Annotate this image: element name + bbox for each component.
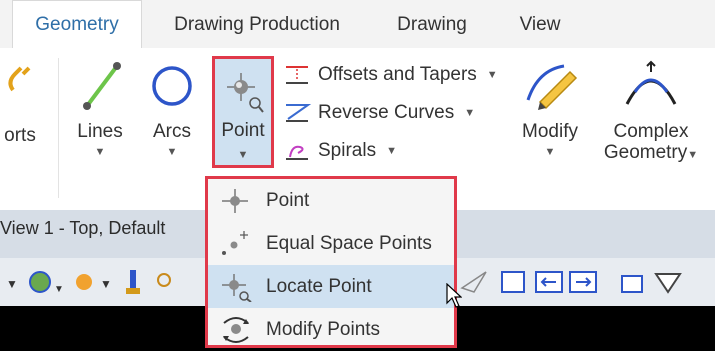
offsets-and-tapers-button[interactable]: Offsets and Tapers ▼ xyxy=(282,60,498,90)
reverse-curves-icon xyxy=(286,104,312,122)
offsets-tapers-icon xyxy=(286,66,308,84)
lines-button[interactable]: Lines ▼ xyxy=(68,60,132,163)
chevron-down-icon: ▼ xyxy=(544,146,556,158)
view-tools-right xyxy=(460,271,682,294)
tab-drawing[interactable]: Drawing xyxy=(372,0,492,49)
point-button[interactable]: Point ▼ xyxy=(212,56,274,168)
pencil-modify-icon xyxy=(526,64,578,110)
reverse-curves-button[interactable]: Reverse Curves ▼ xyxy=(282,98,475,128)
chevron-down-icon: ▼ xyxy=(94,146,106,158)
line-icon xyxy=(83,62,121,110)
spiral-icon xyxy=(286,145,308,160)
ribbon-tab-bar: Geometry Drawing Production Drawing View xyxy=(0,0,715,49)
menu-item-point[interactable]: Point xyxy=(208,179,454,222)
modify-button[interactable]: Modify ▼ xyxy=(510,60,590,163)
send-icon xyxy=(460,271,487,293)
equal-space-points-icon xyxy=(222,230,248,255)
arcs-button[interactable]: Arcs ▼ xyxy=(142,60,202,163)
complex-geometry-icon xyxy=(625,60,677,105)
svg-text:▼: ▼ xyxy=(6,277,18,291)
chevron-down-icon: ▼ xyxy=(464,107,476,119)
previous-view-icon xyxy=(535,271,563,293)
arc-icon xyxy=(152,66,192,106)
svg-text:▼: ▼ xyxy=(100,277,112,291)
complex-geometry-button[interactable]: Complex Geometry▼ xyxy=(596,60,706,166)
link-icon xyxy=(8,66,31,92)
lighting-icon xyxy=(76,274,92,290)
menu-item-locate-point[interactable]: Locate Point xyxy=(208,265,454,308)
view-title: View 1 - Top, Default xyxy=(0,218,166,238)
modify-points-icon xyxy=(223,316,249,343)
group-separator xyxy=(58,58,59,198)
view-tools-left: ▼ ▼ ▼ xyxy=(6,270,171,295)
tab-geometry[interactable]: Geometry xyxy=(12,0,142,49)
tab-drawing-production[interactable]: Drawing Production xyxy=(152,0,362,49)
spirals-button[interactable]: Spirals ▼ xyxy=(282,136,397,166)
chevron-down-icon: ▼ xyxy=(386,145,397,157)
chevron-down-icon: ▼ xyxy=(486,69,498,81)
menu-item-modify-points[interactable]: Modify Points xyxy=(208,308,454,351)
locate-point-icon xyxy=(222,273,252,302)
imports-button[interactable]: orts xyxy=(0,60,40,146)
point-dropdown-menu: Point Equal Space Points Locate Point Mo… xyxy=(205,176,457,348)
view-cube-icon xyxy=(654,273,682,294)
chevron-down-icon: ▼ xyxy=(687,149,699,161)
magnifier-icon xyxy=(157,273,171,287)
chevron-down-icon: ▼ xyxy=(237,149,249,161)
menu-item-equal-space-points[interactable]: Equal Space Points xyxy=(208,222,454,265)
copy-view-icon xyxy=(621,275,643,293)
mouse-cursor-icon xyxy=(446,283,462,308)
svg-text:▼: ▼ xyxy=(54,284,64,295)
next-view-icon xyxy=(569,271,597,293)
paint-brush-icon xyxy=(126,270,140,294)
chevron-down-icon: ▼ xyxy=(166,146,178,158)
tab-view[interactable]: View xyxy=(500,0,580,49)
point-magnifier-icon xyxy=(227,73,264,113)
view-window-icon xyxy=(501,271,525,293)
point-icon xyxy=(222,188,248,213)
level-display-icon xyxy=(29,271,51,293)
